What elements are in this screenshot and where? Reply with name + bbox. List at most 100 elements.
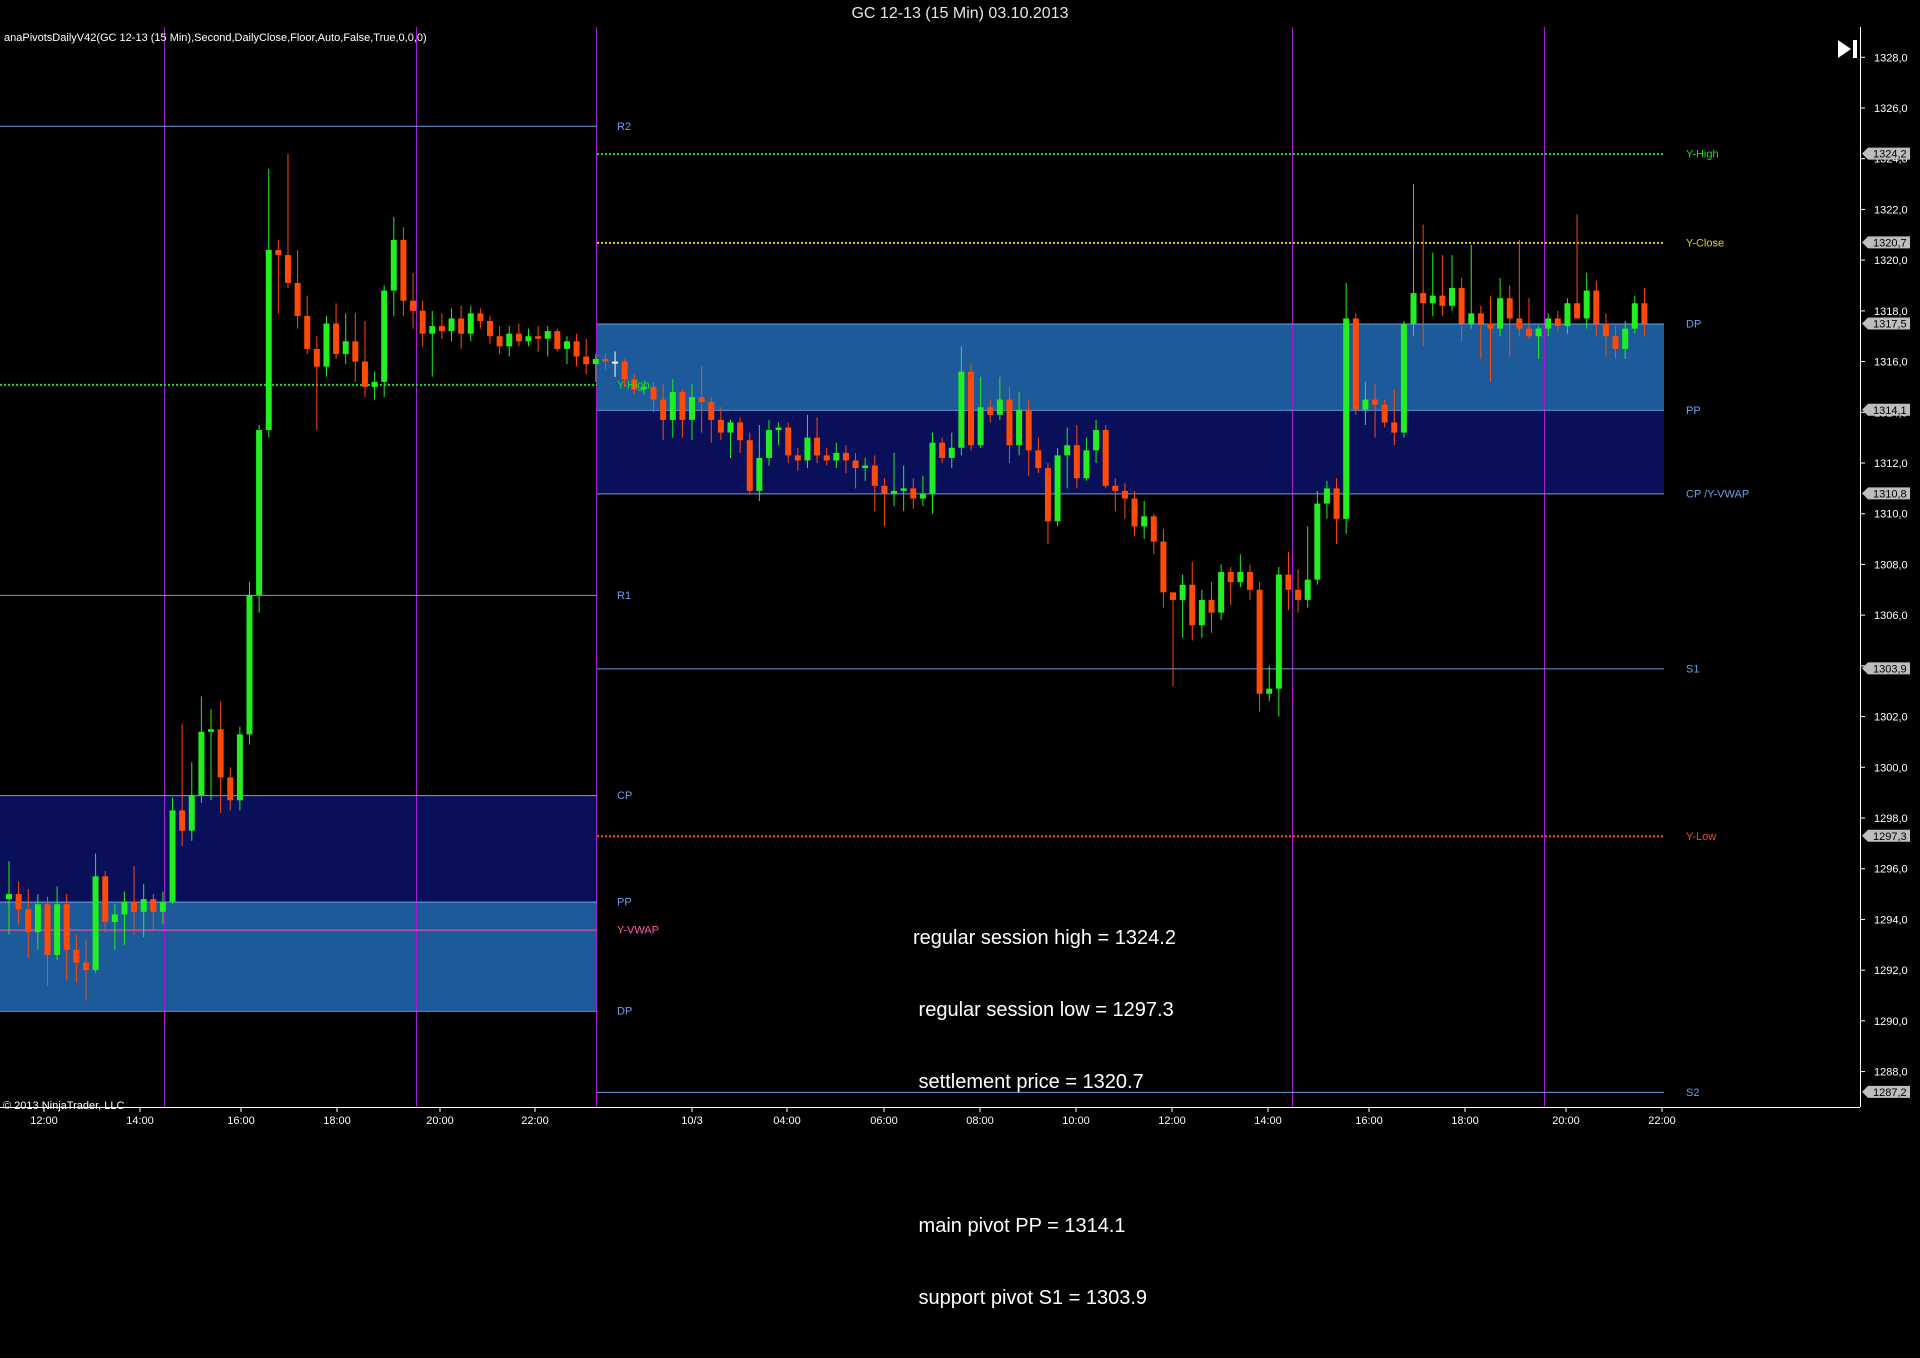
candle-body [525,336,532,342]
candle-body [496,336,503,347]
candle-body [1160,541,1167,593]
candle-body [1035,450,1042,469]
candle-body [381,290,388,382]
candle-body [708,402,715,420]
annotation-line: settlement price = 1320.7 [913,1071,1144,1093]
candle-body [438,326,445,332]
candle-body [1025,409,1032,451]
candle-body [1506,298,1513,319]
candle-body [1064,445,1071,456]
candle-body [390,239,397,291]
play-to-end-icon[interactable] [1836,37,1860,61]
candle-body [217,729,224,778]
candle-body [1583,290,1590,319]
candle-body [1141,516,1148,527]
candle-body [333,323,340,354]
x-tick-label: 14:00 [126,1115,154,1127]
candle-body [1429,295,1436,304]
price-tag-label: 1324,2 [1873,149,1907,161]
candle-body [15,894,22,910]
y-tick-label: 1296,0 [1874,864,1908,876]
candle-body [842,452,849,461]
indicator-label: anaPivotsDailyV42(GC 12-13 (15 Min),Seco… [4,32,427,44]
candle-body [1083,450,1090,479]
candle-body [794,455,801,461]
candle-body [554,331,561,349]
candle-body [1343,318,1350,519]
candle-body [34,904,41,933]
candle-body [592,359,599,365]
candle-body [371,381,378,387]
candle-body [111,914,118,922]
candle-body [1295,589,1302,600]
x-tick-label: 22:00 [1648,1115,1676,1127]
band-light [597,323,1664,410]
candle-body [1593,290,1600,324]
y-tick-label: 1310,0 [1874,509,1908,521]
candle-body [862,465,869,469]
candle-body [1333,488,1340,519]
candle-body [429,326,436,334]
candle-body [467,313,474,334]
candle-body [1525,328,1532,337]
candle-body [1381,404,1388,423]
candle-body [1468,313,1475,324]
x-tick-label: 22:00 [521,1115,549,1127]
candle-body [169,810,176,902]
chart-panel[interactable]: R2 R1 CP PP Y-VWAP DP Y-High Y-High Y-Close DP PP C… [0,27,1920,1309]
candle-body [1535,328,1542,337]
candle-body [900,488,907,491]
candle-body [1497,298,1504,329]
candle-body [1372,399,1379,405]
candle-body [958,371,965,448]
price-tag-label: 1310,8 [1873,488,1907,500]
price-tag-label: 1320,7 [1873,237,1907,249]
candle-body [82,962,89,971]
candle-body [1227,572,1234,583]
candle-body [977,407,984,446]
candle-body [419,310,426,334]
candle-body [1477,313,1484,324]
candle-body [44,904,51,955]
annotation-line: support pivot S1 = 1303.9 [913,1287,1148,1309]
candle-body [304,315,311,349]
candle-body [746,440,753,491]
candle-body [1631,303,1638,329]
candle-body [765,430,772,458]
candle-body [833,452,840,461]
level-label: Y-Close [1686,237,1724,249]
candle-body [1458,288,1465,324]
candle-body [1574,303,1581,319]
candle-body [669,392,676,420]
level-label: PP [617,897,632,909]
candle-body [410,300,417,311]
candle-body [660,399,667,420]
candle-body [1006,399,1013,446]
candle-body [1602,323,1609,337]
candle-body [1246,572,1253,590]
y-tick-label: 1308,0 [1874,559,1908,571]
candle-body [804,437,811,461]
x-tick-label: 10/3 [681,1115,702,1127]
candle-body [583,356,590,365]
candle-body [265,250,272,431]
candle-body [871,465,878,486]
candle-body [1622,328,1629,349]
y-tick-label: 1306,0 [1874,610,1908,622]
candle-body [1093,430,1100,451]
candle-body [323,323,330,367]
band-light [0,901,597,1011]
candle-body [1439,295,1446,306]
candle-body [208,729,215,732]
price-tag-label: 1317,5 [1873,319,1907,331]
level-label: R1 [617,590,631,602]
candle-body [275,250,282,256]
candle-body [159,901,166,912]
candle-body [361,361,368,387]
time-axis: 12:00 14:00 16:00 18:00 20:00 22:00 10/3 04:00 0… [30,1107,1676,1127]
y-tick-label: 1302,0 [1874,712,1908,724]
candle-body [1362,399,1369,410]
band-dark [0,795,597,902]
price-tag-label: 1303,9 [1873,663,1907,675]
candle-body [477,313,484,321]
